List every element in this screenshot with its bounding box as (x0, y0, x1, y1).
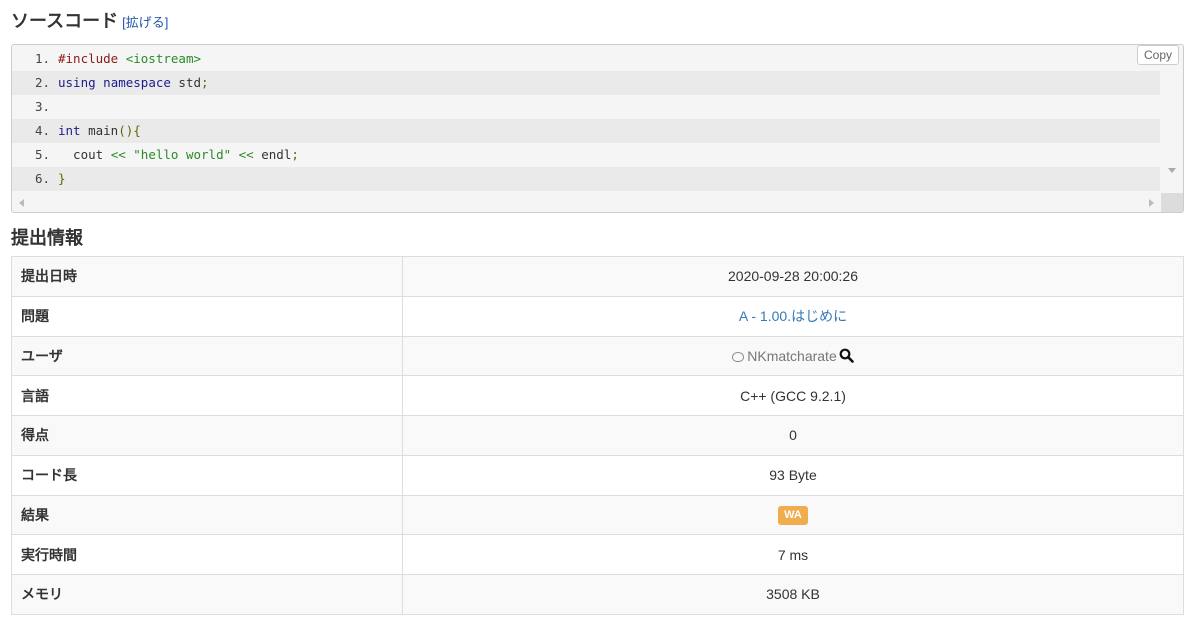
user-icon (732, 351, 745, 362)
line-number: 3. (34, 99, 50, 114)
language-label: 言語 (11, 375, 403, 416)
language-value: C++ (GCC 9.2.1) (402, 375, 1184, 416)
submission-time-value: 2020-09-28 20:00:26 (402, 256, 1184, 297)
table-row: ユーザ NKmatcharate (11, 335, 1184, 377)
table-row: 言語 C++ (GCC 9.2.1) (11, 375, 1184, 416)
code-lines: 1. #include <iostream> 2. using namespace … (12, 47, 1160, 191)
score-value: 0 (402, 415, 1184, 456)
scroll-down-icon[interactable] (1168, 168, 1176, 173)
code-viewer: 1. #include <iostream> 2. using namespace … (11, 44, 1184, 213)
user-link[interactable]: NKmatcharate (747, 348, 836, 364)
submission-info-table: 提出日時 2020-09-28 20:00:26 問題 A - 1.00.はじめ… (11, 256, 1184, 615)
submission-info-title: 提出情報 (11, 228, 83, 248)
submission-time-label: 提出日時 (11, 256, 403, 297)
search-icon[interactable] (839, 348, 854, 363)
expand-link[interactable]: [拡げる] (122, 15, 168, 30)
table-row: 得点 0 (11, 415, 1184, 456)
code-line: 6.} (12, 167, 1160, 191)
table-row: 結果 WA (11, 494, 1184, 536)
line-number: 4. (34, 123, 50, 138)
scrollbar-corner (1161, 193, 1183, 212)
horizontal-scrollbar[interactable] (12, 193, 1162, 212)
code-line: 3. (12, 95, 1160, 119)
source-code-title: ソースコード [拡げる] (11, 7, 168, 33)
scroll-right-icon[interactable] (1149, 199, 1154, 207)
result-label: 結果 (11, 494, 403, 536)
exec-time-value: 7 ms (402, 534, 1184, 575)
table-row: 提出日時 2020-09-28 20:00:26 (11, 256, 1184, 297)
scroll-left-icon[interactable] (19, 199, 24, 207)
code-length-value: 93 Byte (402, 454, 1184, 496)
line-number: 1. (34, 51, 50, 66)
exec-time-label: 実行時間 (11, 534, 403, 575)
score-label: 得点 (11, 415, 403, 456)
status-badge: WA (778, 505, 808, 525)
code-length-label: コード長 (11, 454, 403, 496)
user-cell: NKmatcharate (402, 335, 1184, 377)
result-cell: WA (402, 494, 1184, 536)
line-number: 5. (34, 147, 50, 162)
code-line: 4. int main(){ (12, 119, 1160, 143)
table-row: コード長 93 Byte (11, 454, 1184, 496)
user-label: ユーザ (11, 335, 403, 377)
memory-value: 3508 KB (402, 574, 1184, 615)
problem-cell: A - 1.00.はじめに (402, 295, 1184, 337)
table-row: 問題 A - 1.00.はじめに (11, 295, 1184, 337)
code-line: 2. using namespace std; (12, 71, 1160, 95)
line-number: 6. (34, 171, 50, 186)
code-line: 1. #include <iostream> (12, 47, 1160, 71)
memory-label: メモリ (11, 574, 403, 615)
copy-button[interactable]: Copy (1136, 45, 1179, 65)
table-row: メモリ 3508 KB (11, 574, 1184, 615)
source-code-heading: ソースコード (11, 11, 119, 31)
table-row: 実行時間 7 ms (11, 534, 1184, 575)
code-line: 5. cout << "hello world" << endl; (12, 143, 1160, 167)
problem-link[interactable]: A - 1.00.はじめに (739, 308, 847, 324)
vertical-scrollbar[interactable] (1161, 45, 1183, 195)
line-number: 2. (34, 75, 50, 90)
problem-label: 問題 (11, 295, 403, 337)
